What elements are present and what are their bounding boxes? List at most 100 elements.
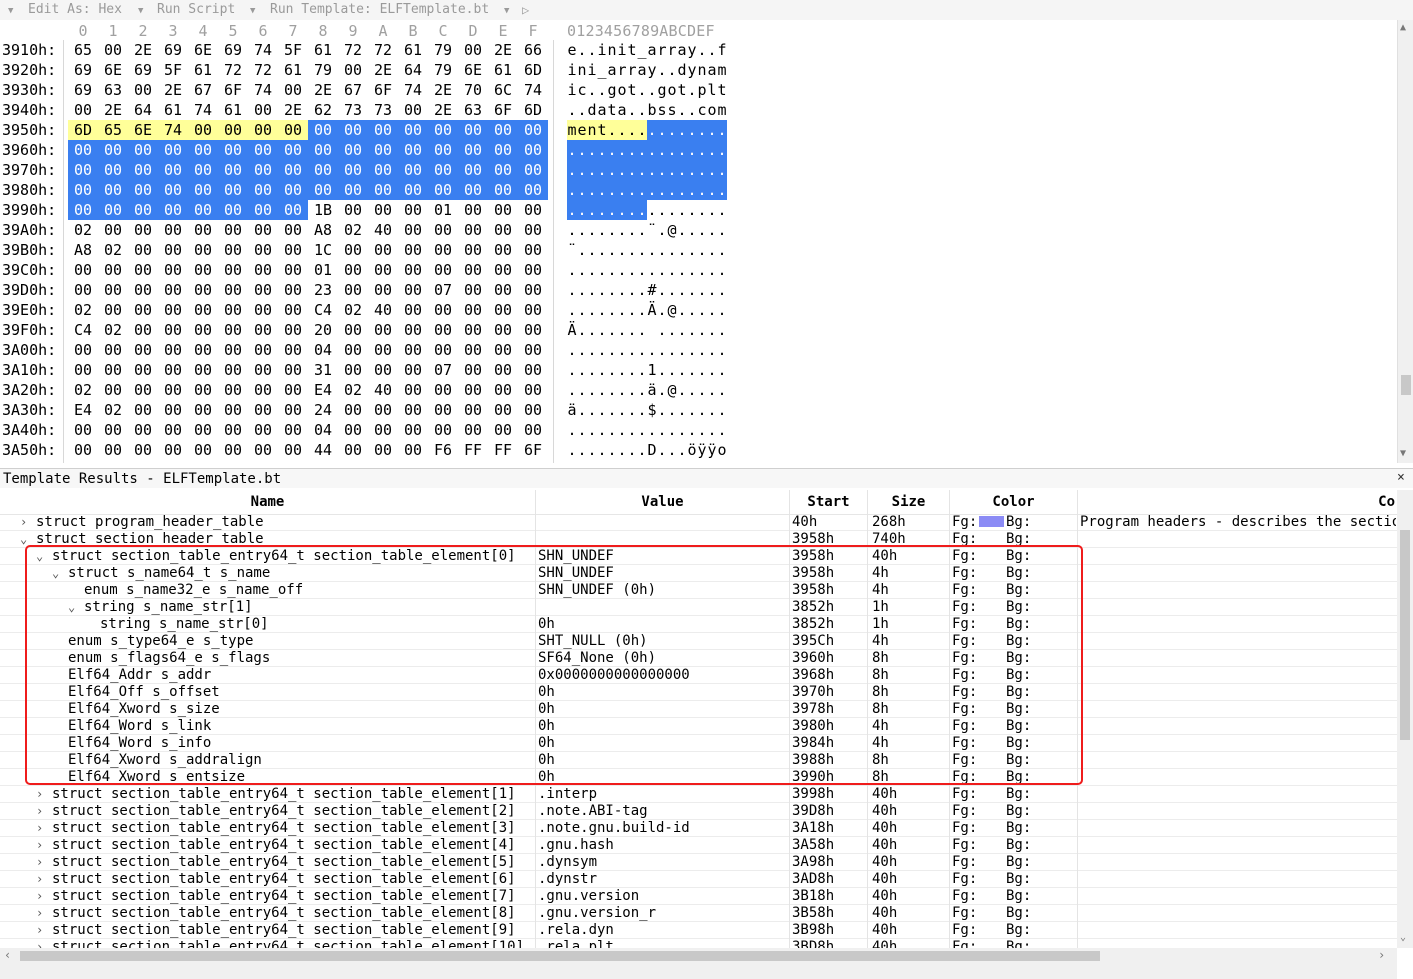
hex-byte[interactable]: 00 — [428, 420, 458, 440]
hex-byte[interactable]: 6F — [218, 80, 248, 100]
hex-byte[interactable]: 00 — [218, 420, 248, 440]
expand-chevron-icon[interactable]: › — [36, 905, 43, 922]
ascii-char[interactable]: . — [667, 180, 677, 200]
ascii-char[interactable]: . — [577, 100, 587, 120]
hex-byte[interactable]: 00 — [98, 200, 128, 220]
hex-byte[interactable]: 00 — [218, 240, 248, 260]
ascii-char[interactable]: . — [717, 400, 727, 420]
hex-byte[interactable]: 00 — [488, 400, 518, 420]
ascii-char[interactable]: . — [637, 340, 647, 360]
ascii-char[interactable]: . — [707, 140, 717, 160]
ascii-char[interactable]: . — [617, 280, 627, 300]
hex-byte[interactable]: 00 — [338, 260, 368, 280]
hex-byte[interactable]: 00 — [338, 420, 368, 440]
ascii-char[interactable]: . — [637, 440, 647, 460]
ascii-char[interactable]: . — [657, 180, 667, 200]
ascii-char[interactable]: . — [587, 400, 597, 420]
hex-byte[interactable]: 44 — [308, 440, 338, 460]
hex-byte[interactable]: 00 — [218, 220, 248, 240]
hex-byte[interactable]: 00 — [248, 340, 278, 360]
hex-editor[interactable]: 0123456789ABCDEF 0123456789ABCDEF 3910h:… — [0, 20, 1397, 463]
table-row[interactable]: › struct section_table_entry64_t section_… — [0, 820, 1397, 837]
hex-byte[interactable]: 61 — [398, 40, 428, 60]
hex-row[interactable]: 3A20h: 02 00 00 00 00 00 00 00 E4 02 40 00 00 00 00 00..… — [0, 380, 740, 400]
ascii-char[interactable]: . — [597, 360, 607, 380]
hex-byte[interactable]: 00 — [278, 140, 308, 160]
ascii-char[interactable]: . — [687, 420, 697, 440]
ascii-char[interactable]: 1 — [647, 360, 657, 380]
ascii-char[interactable]: . — [717, 320, 727, 340]
ascii-char[interactable]: . — [647, 260, 657, 280]
hex-byte[interactable]: 00 — [518, 160, 548, 180]
hex-row[interactable]: 3A30h: E4 02 00 00 00 00 00 00 24 00 00 00 00 00 00 00 ä.… — [0, 400, 740, 420]
ascii-char[interactable]: . — [577, 240, 587, 260]
column-header-size[interactable]: Size — [868, 490, 950, 514]
hex-row[interactable]: 3930h: 69 63 00 2E 67 6F 74 00 2E 67 6F 74 2E 70 6C 74 i c… — [0, 80, 740, 100]
ascii-char[interactable]: m — [567, 120, 577, 140]
ascii-char[interactable]: . — [667, 340, 677, 360]
hex-byte[interactable]: 00 — [458, 420, 488, 440]
hex-byte[interactable]: 79 — [428, 40, 458, 60]
hex-byte[interactable]: 00 — [158, 400, 188, 420]
hex-byte[interactable]: 00 — [428, 400, 458, 420]
hex-byte[interactable]: 00 — [428, 140, 458, 160]
ascii-char[interactable]: . — [687, 260, 697, 280]
ascii-char[interactable]: . — [707, 220, 717, 240]
ascii-char[interactable]: . — [657, 240, 667, 260]
hex-byte[interactable]: 00 — [188, 140, 218, 160]
scrollbar-thumb[interactable] — [1400, 530, 1410, 740]
ascii-char[interactable]: . — [607, 200, 617, 220]
ascii-char[interactable]: . — [647, 200, 657, 220]
hex-byte[interactable]: 5F — [278, 40, 308, 60]
ascii-char[interactable]: . — [707, 120, 717, 140]
hex-byte[interactable]: 00 — [248, 320, 278, 340]
hex-byte[interactable]: 00 — [458, 160, 488, 180]
hex-byte[interactable]: 20 — [308, 320, 338, 340]
hex-byte[interactable]: 00 — [278, 180, 308, 200]
ascii-char[interactable]: @ — [667, 300, 677, 320]
ascii-char[interactable]: . — [597, 260, 607, 280]
scroll-left-icon[interactable]: ‹ — [4, 948, 11, 962]
expand-chevron-icon[interactable]: › — [20, 514, 27, 531]
hex-byte[interactable]: 6D — [518, 60, 548, 80]
ascii-char[interactable]: . — [577, 280, 587, 300]
hex-byte[interactable]: 00 — [158, 240, 188, 260]
ascii-char[interactable]: . — [627, 180, 637, 200]
hex-byte[interactable]: 00 — [398, 360, 428, 380]
ascii-char[interactable]: . — [577, 320, 587, 340]
hex-byte[interactable]: 00 — [218, 120, 248, 140]
ascii-char[interactable]: . — [617, 420, 627, 440]
ascii-char[interactable]: . — [617, 240, 627, 260]
ascii-char[interactable]: g — [607, 80, 617, 100]
hex-row[interactable]: 39F0h: C4 02 00 00 00 00 00 00 20 00 00 00 00 00 00 00 Ä.… — [0, 320, 740, 340]
ascii-char[interactable]: a — [647, 40, 657, 60]
hex-byte[interactable]: 00 — [368, 420, 398, 440]
hex-byte[interactable]: 2E — [368, 60, 398, 80]
hex-byte[interactable]: 00 — [188, 260, 218, 280]
hex-byte[interactable]: 00 — [458, 200, 488, 220]
hex-byte[interactable]: 00 — [338, 160, 368, 180]
ascii-char[interactable]: . — [587, 220, 597, 240]
hex-byte[interactable]: 40 — [368, 380, 398, 400]
ascii-char[interactable]: . — [567, 420, 577, 440]
hex-byte[interactable]: 00 — [398, 200, 428, 220]
ascii-char[interactable]: . — [697, 400, 707, 420]
hex-byte[interactable]: 00 — [98, 280, 128, 300]
hex-byte[interactable]: 00 — [278, 120, 308, 140]
ascii-char[interactable]: . — [707, 380, 717, 400]
hex-byte[interactable]: 6D — [68, 120, 98, 140]
ascii-char[interactable]: . — [687, 80, 697, 100]
hex-byte[interactable]: 00 — [398, 160, 428, 180]
ascii-char[interactable]: . — [717, 360, 727, 380]
ascii-char[interactable]: D — [647, 440, 657, 460]
hex-byte[interactable]: 00 — [248, 420, 278, 440]
ascii-char[interactable]: . — [587, 200, 597, 220]
hex-byte[interactable]: 79 — [428, 60, 458, 80]
expand-chevron-icon[interactable]: › — [36, 820, 43, 837]
hex-row[interactable]: 3940h: 00 2E 64 61 74 61 00 2E 62 73 73 00 2E 63 6F 6D..… — [0, 100, 740, 120]
ascii-char[interactable] — [647, 320, 657, 340]
hex-byte[interactable]: 02 — [338, 220, 368, 240]
expand-chevron-icon[interactable]: › — [36, 837, 43, 854]
hex-byte[interactable]: 00 — [488, 200, 518, 220]
hex-byte[interactable]: 00 — [188, 220, 218, 240]
